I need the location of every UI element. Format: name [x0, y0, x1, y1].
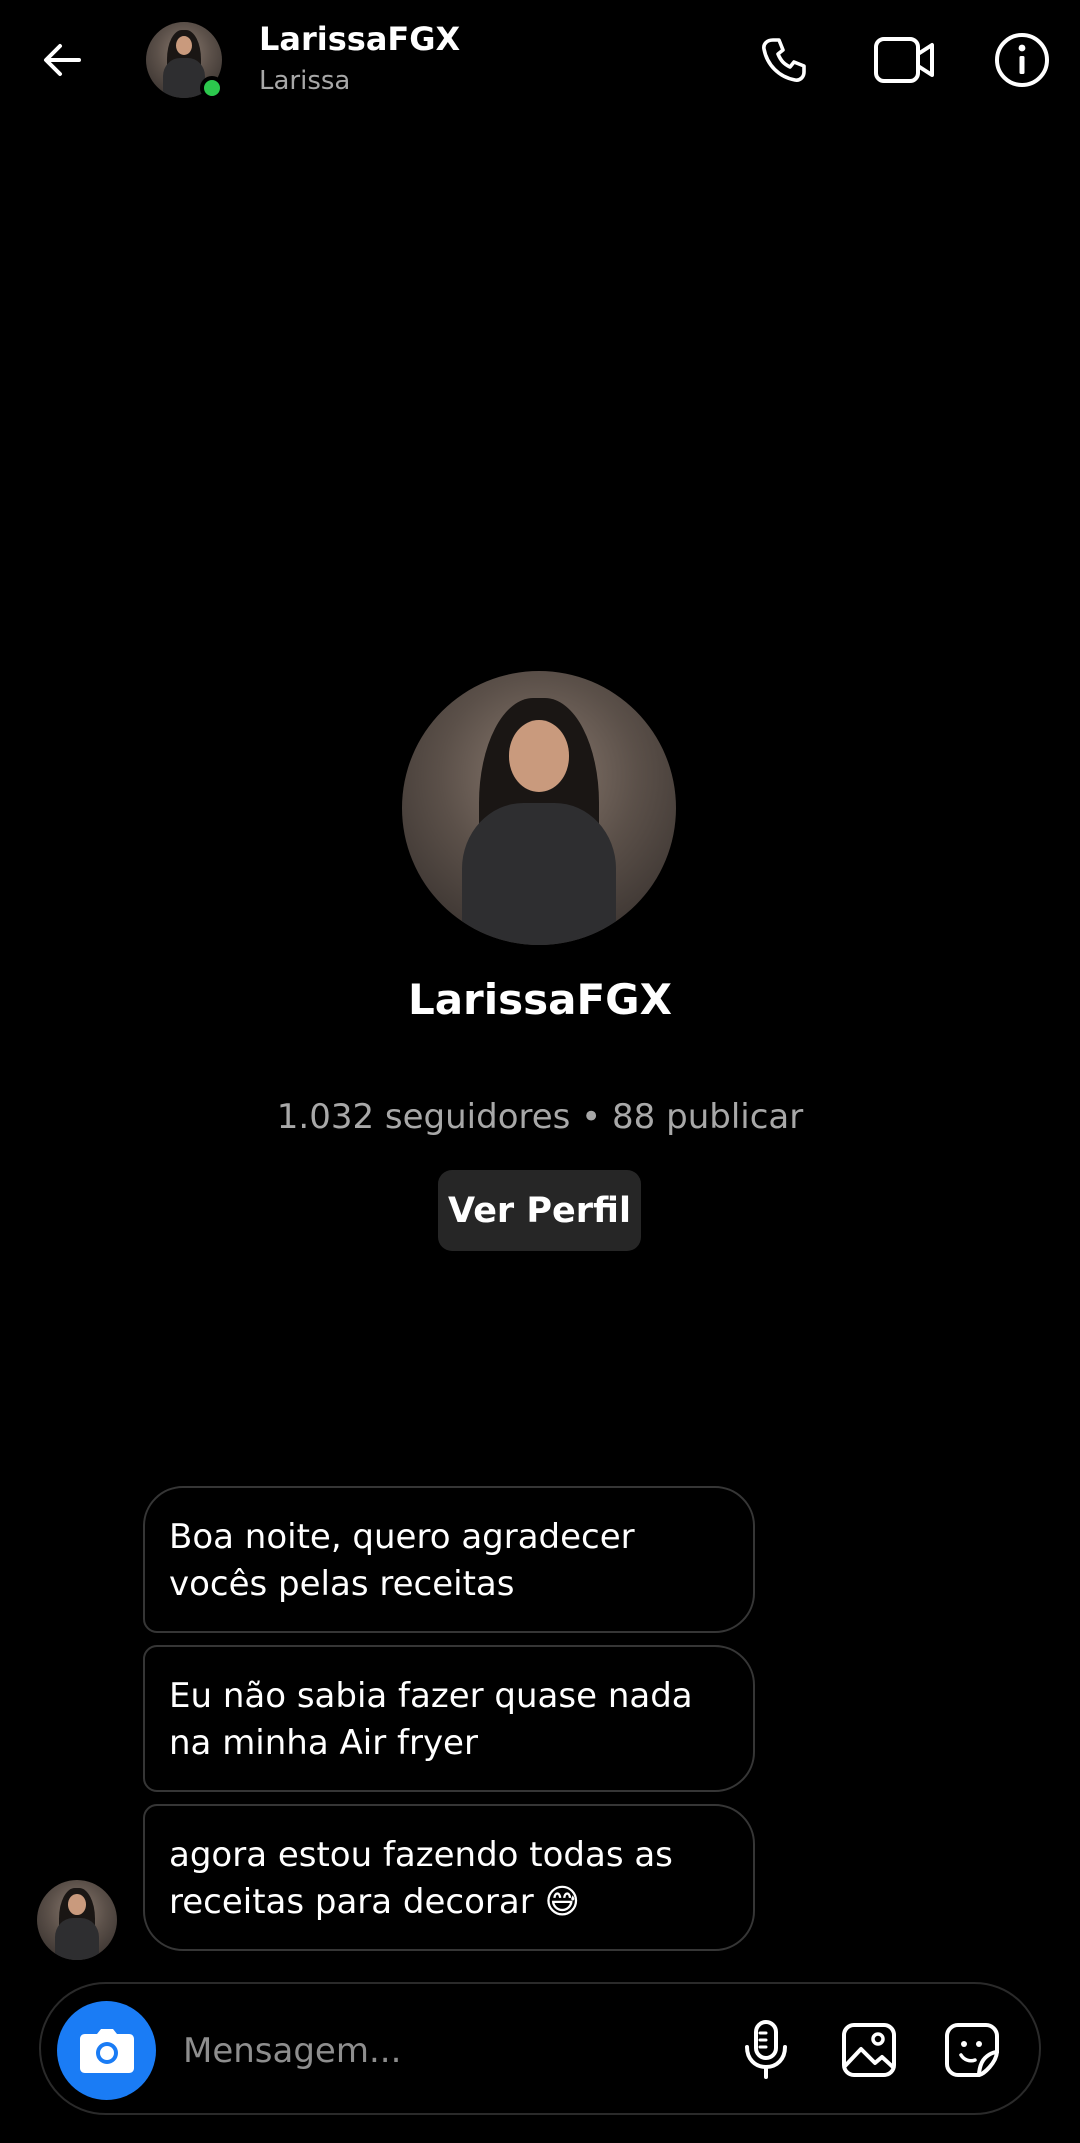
chat-subtitle: Larissa: [259, 66, 351, 96]
chat-header: LarissaFGX Larissa: [0, 0, 1080, 122]
image-gallery-icon: [842, 2023, 896, 2077]
back-arrow-icon: [44, 44, 81, 76]
back-button[interactable]: [30, 28, 94, 92]
profile-stats: 1.032 seguidores • 88 publicar: [276, 1097, 804, 1137]
video-call-button[interactable]: [872, 28, 936, 92]
sender-avatar[interactable]: [37, 1880, 117, 1960]
voice-message-button[interactable]: [730, 2014, 802, 2086]
sticker-button[interactable]: [936, 2014, 1008, 2086]
message-bubble[interactable]: Eu não sabia fazer quase nada na minha A…: [143, 1645, 755, 1792]
profile-name: LarissaFGX: [407, 975, 673, 1024]
microphone-icon: [745, 2020, 787, 2079]
message-text-line: Eu não sabia fazer quase nada: [169, 1676, 693, 1716]
info-button[interactable]: [990, 28, 1054, 92]
info-icon: [995, 33, 1049, 87]
call-button[interactable]: [752, 28, 816, 92]
camera-button[interactable]: [57, 2001, 156, 2100]
gallery-button[interactable]: [833, 2014, 905, 2086]
message-text-line: Boa noite, quero agradecer: [169, 1517, 635, 1557]
view-profile-button[interactable]: Ver Perfil: [438, 1170, 641, 1251]
online-status-indicator: [200, 76, 224, 100]
video-camera-icon: [874, 37, 934, 83]
sticker-icon: [945, 2023, 999, 2077]
message-text-line: receitas para decorar 😅: [169, 1882, 580, 1922]
header-avatar-button[interactable]: [146, 22, 224, 100]
phone-icon: [762, 38, 806, 82]
message-composer: [39, 1982, 1041, 2115]
chat-title[interactable]: LarissaFGX: [259, 20, 460, 58]
message-bubble[interactable]: agora estou fazendo todas as receitas pa…: [143, 1804, 755, 1951]
message-text-line: na minha Air fryer: [169, 1723, 478, 1763]
message-bubble[interactable]: Boa noite, quero agradecer vocês pelas r…: [143, 1486, 755, 1633]
message-text-line: vocês pelas receitas: [169, 1564, 515, 1604]
profile-avatar[interactable]: [402, 671, 676, 945]
message-input[interactable]: [181, 2010, 725, 2092]
camera-icon: [79, 2028, 134, 2073]
message-text-line: agora estou fazendo todas as: [169, 1835, 673, 1875]
